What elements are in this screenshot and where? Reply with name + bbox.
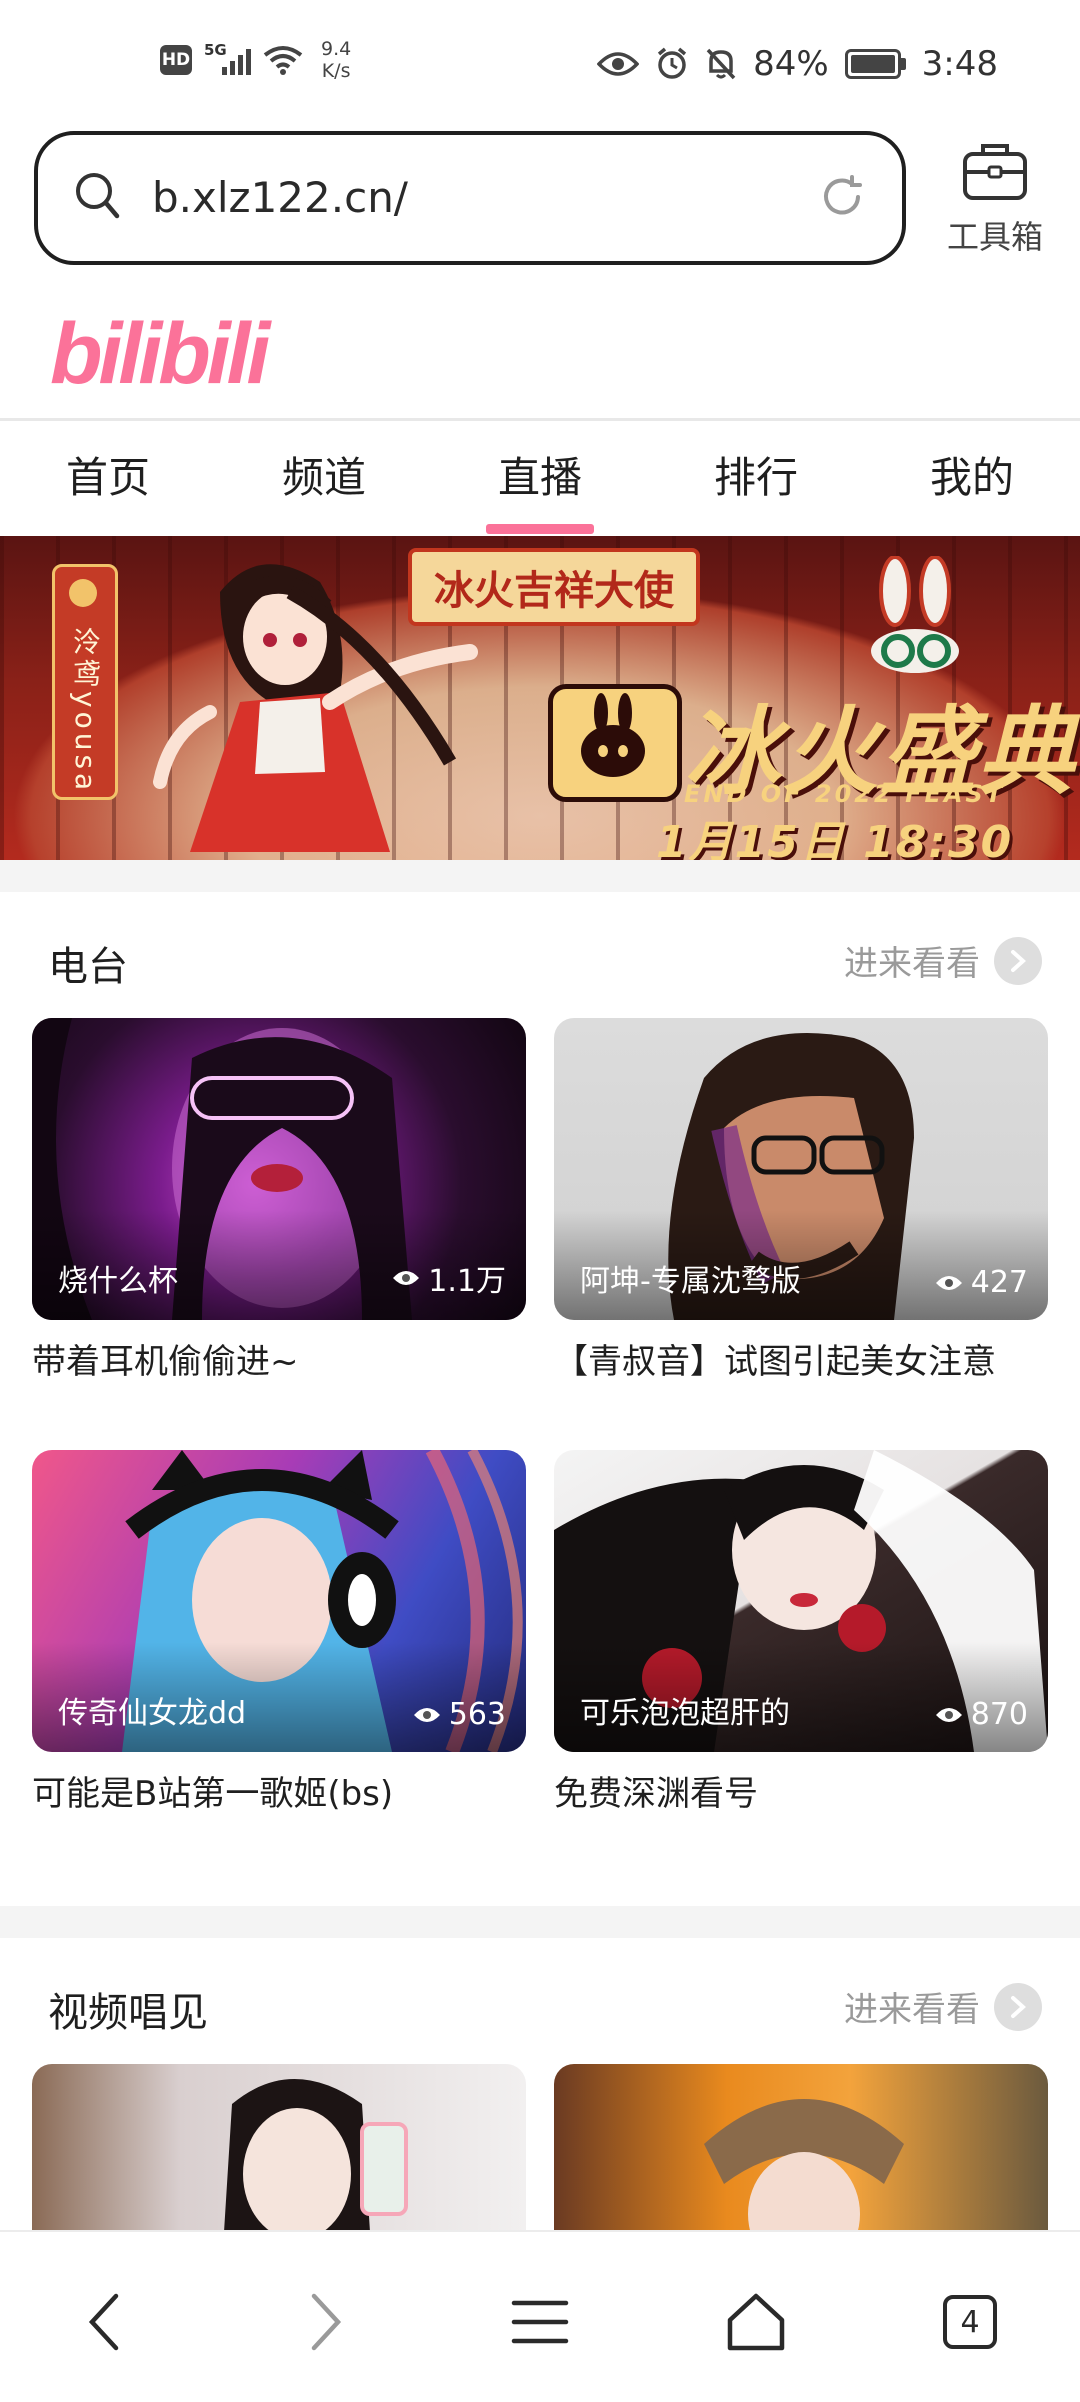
radio-more-link[interactable]: 进来看看 [844,936,1042,985]
tabs-count-icon: 4 [943,2295,997,2349]
banner-side-tag: 泠鸢yousa [52,564,118,800]
section-gap [0,1906,1080,1938]
status-right: 84% 3:48 [597,44,998,84]
tab-live[interactable]: 直播 [432,422,648,534]
net-speed: 9.4 K/s [321,38,351,82]
toolbox-label: 工具箱 [946,218,1043,256]
url-text[interactable]: b.xlz122.cn/ [152,173,408,222]
video-section-title: 视频唱见 [48,1990,208,2036]
net-speed-value: 9.4 [321,38,352,60]
card-title[interactable]: 【青叔音】试图引起美女注意 [554,1334,1048,1383]
radio-card[interactable]: 可乐泡泡超肝的 870 免费深渊看号 [554,1450,1048,1815]
anchor-name: 传奇仙女龙dd [58,1696,247,1731]
menu-icon [511,2300,569,2344]
wifi-icon [263,46,303,75]
address-bar[interactable]: b.xlz122.cn/ [34,131,906,265]
card-title[interactable]: 带着耳机偷偷进~ [32,1334,526,1383]
chevron-right-icon [311,2293,342,2351]
nav-tabs: 首页 频道 直播 排行 我的 [0,422,1080,534]
signal-icon: 5G [204,41,251,75]
flower-icon [69,579,97,607]
net-speed-unit: K/s [321,60,351,82]
eye-icon [597,52,640,76]
status-left: HD 5G 9.4 K/s [160,38,351,82]
view-count: 427 [935,1265,1028,1300]
banner-subtitle: 冰火吉祥大使 [408,548,700,626]
toolbox-button[interactable]: 工具箱 [938,140,1052,258]
mute-bell-icon [706,48,736,80]
view-count-value: 1.1万 [428,1264,506,1299]
clock: 3:48 [921,44,998,84]
back-button[interactable] [66,2282,146,2362]
stream-thumbnail[interactable]: 可乐泡泡超肝的 870 [554,1450,1048,1752]
banner-date: 1月15日 18:30 [656,817,1014,860]
eye-icon [393,1271,420,1285]
home-button[interactable] [716,2282,796,2362]
view-count-value: 870 [970,1697,1028,1732]
network-gen-label: 5G [204,41,227,59]
card-title[interactable]: 免费深渊看号 [554,1766,1048,1815]
browser-bottom-nav: 4 [0,2230,1080,2402]
video-more-link[interactable]: 进来看看 [844,1982,1042,2031]
hd-badge: HD [160,45,192,75]
radio-more-label: 进来看看 [844,944,980,984]
promo-banner[interactable]: 泠鸢yousa 冰火吉祥大使 冰火盛典 END OF 2022 FEAST 1月… [0,536,1080,860]
toolbox-icon [963,144,1027,200]
stream-thumbnail[interactable]: 传奇仙女龙dd 563 [32,1450,526,1752]
view-count-value: 427 [970,1265,1028,1300]
view-count: 1.1万 [392,1256,506,1300]
chevron-right-icon [994,936,1042,985]
bilibili-logo[interactable]: bilibili [50,305,270,404]
chevron-left-icon [88,2293,119,2351]
stream-thumbnail[interactable]: 阿坤-专属沈骛版 427 [554,1018,1048,1320]
battery-icon [844,49,906,79]
bunny-mascot-icon [871,556,959,673]
tab-ranking[interactable]: 排行 [648,422,864,534]
battery-percent: 84% [753,44,829,84]
eye-icon [413,1707,440,1722]
eye-icon [935,1275,962,1290]
tab-mine[interactable]: 我的 [864,422,1080,534]
view-count: 870 [935,1697,1028,1732]
view-count-value: 563 [448,1697,506,1732]
tabs-button[interactable]: 4 [930,2282,1010,2362]
tab-home[interactable]: 首页 [0,422,216,534]
reload-icon[interactable] [818,173,866,221]
banner-english-title: END OF 2022 FEAST [684,780,1006,808]
eye-icon [935,1707,962,1722]
radio-card[interactable]: 烧什么杯 1.1万 带着耳机偷偷进~ [32,1018,526,1383]
menu-button[interactable] [500,2282,580,2362]
search-icon [76,173,120,219]
forward-button[interactable] [284,2282,364,2362]
card-title[interactable]: 可能是B站第一歌姬(bs) [32,1766,526,1815]
radio-card[interactable]: 传奇仙女龙dd 563 可能是B站第一歌姬(bs) [32,1450,526,1815]
view-count: 563 [413,1697,506,1732]
radio-card[interactable]: 阿坤-专属沈骛版 427 【青叔音】试图引起美女注意 [554,1018,1048,1383]
video-more-label: 进来看看 [844,1990,980,2030]
header-divider [0,418,1080,421]
home-icon [727,2293,785,2351]
banner-side-tag-text: 泠鸢yousa [69,627,102,795]
chevron-right-icon [994,1982,1042,2031]
radio-section-title: 电台 [48,944,128,990]
section-gap [0,860,1080,892]
anchor-name: 可乐泡泡超肝的 [580,1696,790,1731]
stream-thumbnail[interactable]: 烧什么杯 1.1万 [32,1018,526,1320]
banner-logo-icon [548,684,682,802]
status-bar: HD 5G 9.4 K/s 84% 3:48 [0,0,1080,130]
tab-channel[interactable]: 频道 [216,422,432,534]
anchor-name: 烧什么杯 [58,1264,178,1299]
alarm-icon [657,47,687,79]
anchor-name: 阿坤-专属沈骛版 [580,1264,801,1299]
